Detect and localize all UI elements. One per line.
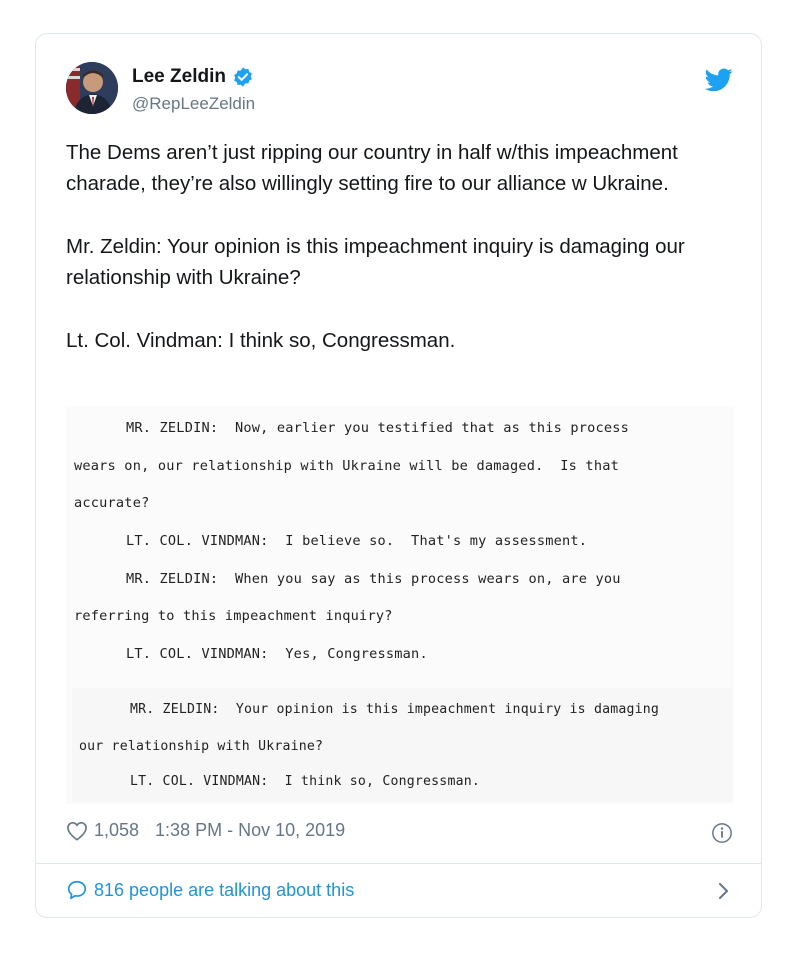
tweet-paragraph: Mr. Zeldin: Your opinion is this impeach… — [66, 235, 685, 289]
conversation-text[interactable]: 816 people are talking about this — [94, 880, 354, 901]
heart-icon[interactable] — [66, 821, 88, 841]
like-count[interactable]: 1,058 — [94, 820, 139, 841]
transcript-image-crop[interactable]: MR. ZELDIN: Your opinion is this impeach… — [72, 688, 732, 802]
transcript-line: our relationship with Ukraine? — [79, 739, 324, 754]
conversation-link[interactable]: 816 people are talking about this — [66, 879, 354, 901]
transcript-line: MR. ZELDIN: When you say as this process… — [126, 571, 621, 587]
transcript-line: accurate? — [74, 495, 150, 511]
transcript-line: MR. ZELDIN: Your opinion is this impeach… — [130, 702, 660, 717]
transcript-line: LT. COL. VINDMAN: I think so, Congressma… — [130, 774, 481, 789]
tweet-body: The Dems aren’t just ripping our country… — [66, 137, 746, 388]
transcript-line: wears on, our relationship with Ukraine … — [74, 458, 619, 474]
chevron-right-icon[interactable] — [717, 881, 731, 901]
info-icon[interactable] — [711, 822, 733, 844]
author-name[interactable]: Lee Zeldin — [132, 66, 226, 88]
transcript-line: LT. COL. VINDMAN: Yes, Congressman. — [126, 646, 428, 662]
avatar[interactable] — [66, 62, 118, 114]
tweet-paragraph: The Dems aren’t just ripping our country… — [66, 141, 678, 195]
transcript-line: MR. ZELDIN: Now, earlier you testified t… — [126, 420, 630, 436]
speech-bubble-icon — [66, 879, 88, 901]
timestamp[interactable]: 1:38 PM - Nov 10, 2019 — [155, 820, 345, 841]
tweet-paragraph: Lt. Col. Vindman: I think so, Congressma… — [66, 329, 456, 352]
verified-badge-icon — [232, 66, 254, 88]
author-handle[interactable]: @RepLeeZeldin — [132, 94, 255, 114]
twitter-bird-icon[interactable] — [704, 68, 733, 92]
transcript-line: LT. COL. VINDMAN: I believe so. That's m… — [126, 533, 588, 549]
transcript-line: referring to this impeachment inquiry? — [74, 608, 393, 624]
tweet-card: Lee Zeldin @RepLeeZeldin The Dems aren’t… — [35, 33, 762, 918]
tweet-footer: 1,058 1:38 PM - Nov 10, 2019 — [66, 820, 345, 841]
divider — [36, 863, 761, 864]
